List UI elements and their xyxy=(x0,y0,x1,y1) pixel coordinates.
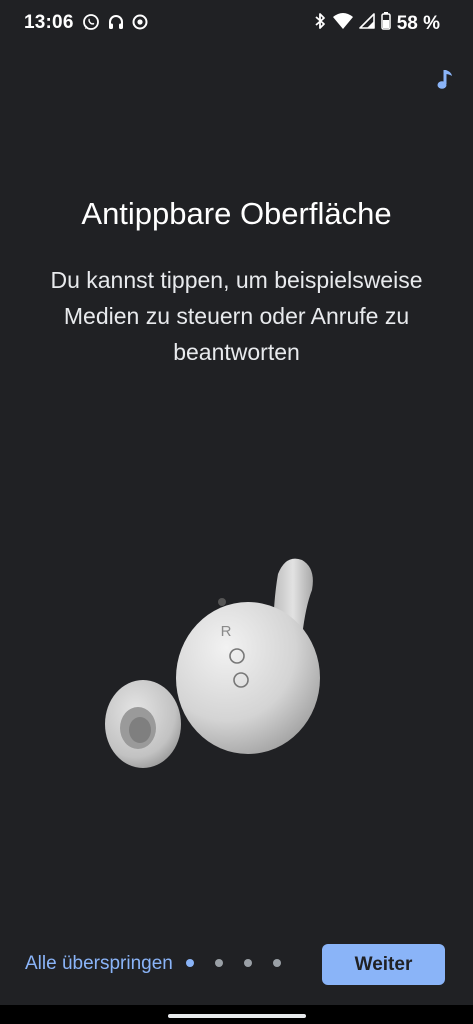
page-dot-4 xyxy=(273,959,281,967)
page-description: Du kannst tippen, um beispielsweise Medi… xyxy=(50,267,423,365)
battery-icon xyxy=(380,12,391,35)
wifi-icon xyxy=(332,13,353,34)
bluetooth-icon xyxy=(313,12,327,35)
skip-all-link[interactable]: Alle überspringen xyxy=(25,953,173,975)
music-note-icon xyxy=(437,68,455,97)
page-dot-1 xyxy=(186,959,194,967)
status-right-icons: 58 % xyxy=(313,12,440,35)
cell-signal-icon xyxy=(358,13,375,34)
earbud-side-label: R xyxy=(221,623,232,640)
page-title: Antippbare Oberfläche xyxy=(81,196,392,231)
page-dot-2 xyxy=(215,959,223,967)
status-bar: 13:06 58 % xyxy=(0,0,473,46)
status-time: 13:06 xyxy=(24,12,74,33)
whatsapp-icon xyxy=(82,13,100,36)
next-button[interactable]: Weiter xyxy=(322,944,445,985)
battery-percentage: 58 % xyxy=(396,12,440,34)
earbud-illustration: R xyxy=(100,550,340,790)
media-icon xyxy=(132,14,148,35)
page-indicator xyxy=(186,959,281,967)
status-left-icons xyxy=(82,13,148,36)
music-button[interactable] xyxy=(432,68,460,96)
page-dot-3 xyxy=(244,959,252,967)
gesture-handle[interactable] xyxy=(168,1014,306,1018)
headphones-icon xyxy=(108,14,124,35)
